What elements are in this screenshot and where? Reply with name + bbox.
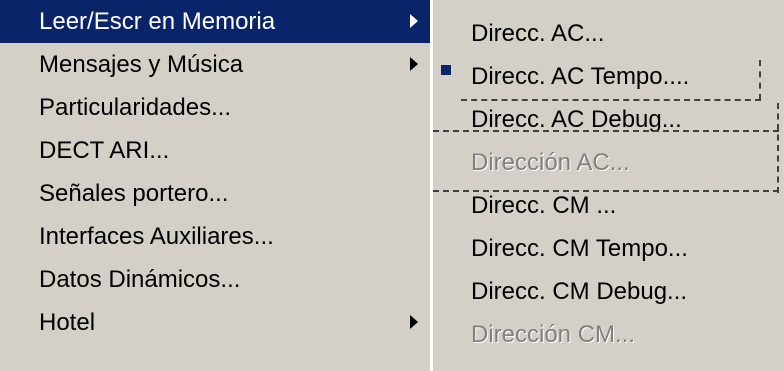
submenu-item-label: Direcc. AC Debug... xyxy=(471,106,682,133)
menu-item-label: Datos Dinámicos... xyxy=(39,266,241,293)
submenu-item-label: Direcc. CM Tempo... xyxy=(471,235,688,262)
dashed-outline xyxy=(433,130,779,132)
menu-item-interfaces-auxiliares[interactable]: Interfaces Auxiliares... xyxy=(0,215,430,258)
dashed-outline xyxy=(759,60,761,100)
submenu-arrow-icon xyxy=(410,315,418,329)
submenu-item-label: Dirección CM... xyxy=(471,321,636,348)
submenu-arrow-icon xyxy=(410,14,418,28)
menu-item-label: Leer/Escr en Memoria xyxy=(39,8,276,35)
menu-item-particularidades[interactable]: Particularidades... xyxy=(0,86,430,129)
submenu-item-direcc-ac[interactable]: Direcc. AC... xyxy=(433,12,783,55)
dashed-outline xyxy=(433,190,779,192)
menu-item-label: Señales portero... xyxy=(39,180,229,207)
menu-item-label: Mensajes y Música xyxy=(39,51,244,78)
sub-menu: Direcc. AC... Direcc. AC Tempo.... Direc… xyxy=(432,0,783,371)
menu-item-leer-escr-en-memoria[interactable]: Leer/Escr en Memoria xyxy=(0,0,430,43)
check-bullet-icon xyxy=(441,65,451,75)
submenu-item-label: Dirección AC... xyxy=(471,149,630,176)
menu-item-label: Interfaces Auxiliares... xyxy=(39,223,274,250)
submenu-item-direcc-cm-debug[interactable]: Direcc. CM Debug... xyxy=(433,270,783,313)
submenu-item-direccion-cm: Dirección CM... xyxy=(433,313,783,356)
menu-item-datos-dinamicos[interactable]: Datos Dinámicos... xyxy=(0,258,430,301)
menu-item-label: Hotel xyxy=(39,309,96,336)
menu-item-mensajes-y-musica[interactable]: Mensajes y Música xyxy=(0,43,430,86)
submenu-item-label: Direcc. AC... xyxy=(471,20,605,47)
menu-item-dect-ari[interactable]: DECT ARI... xyxy=(0,129,430,172)
dashed-outline xyxy=(777,103,779,193)
submenu-item-label: Direcc. CM Debug... xyxy=(471,278,688,305)
submenu-item-direcc-cm-tempo[interactable]: Direcc. CM Tempo... xyxy=(433,227,783,270)
menu-item-hotel[interactable]: Hotel xyxy=(0,301,430,344)
dashed-outline xyxy=(461,99,761,101)
submenu-item-label: Direcc. AC Tempo.... xyxy=(471,63,690,90)
menu-item-label: DECT ARI... xyxy=(39,137,170,164)
submenu-item-direcc-ac-debug[interactable]: Direcc. AC Debug... xyxy=(433,98,783,141)
submenu-item-label: Direcc. CM ... xyxy=(471,192,617,219)
submenu-item-direccion-ac: Dirección AC... xyxy=(433,141,783,184)
menu-item-senales-portero[interactable]: Señales portero... xyxy=(0,172,430,215)
submenu-item-direcc-ac-tempo[interactable]: Direcc. AC Tempo.... xyxy=(433,55,783,98)
main-menu: Leer/Escr en Memoria Mensajes y Música P… xyxy=(0,0,430,371)
submenu-arrow-icon xyxy=(410,57,418,71)
menu-item-label: Particularidades... xyxy=(39,94,232,121)
